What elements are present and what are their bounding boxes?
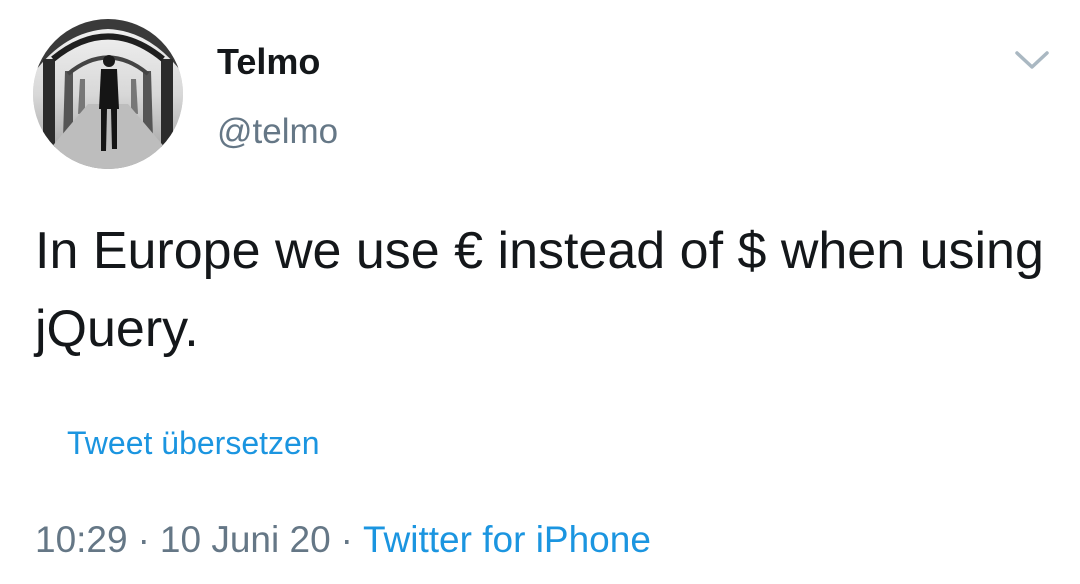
author-name[interactable]: Telmo [217, 40, 320, 84]
translate-tweet-link[interactable]: Tweet übersetzen [67, 423, 320, 463]
avatar-photo [33, 19, 183, 169]
meta-separator: · [340, 519, 353, 560]
tweet-date: 10 Juni 20 [159, 519, 331, 560]
tweet-card: Telmo @telmo In Europe we use € instead … [0, 0, 1080, 584]
tweet-meta: 10:29 · 10 Juni 20 · Twitter for iPhone [35, 517, 651, 563]
author-handle[interactable]: @telmo [217, 110, 338, 154]
chevron-down-icon[interactable] [1013, 45, 1051, 75]
tweet-text: In Europe we use € instead of $ when usi… [35, 222, 1044, 358]
tweet-source-link[interactable]: Twitter for iPhone [363, 519, 651, 560]
avatar[interactable] [33, 19, 183, 169]
tweet-time: 10:29 [35, 519, 128, 560]
meta-separator: · [137, 519, 150, 560]
